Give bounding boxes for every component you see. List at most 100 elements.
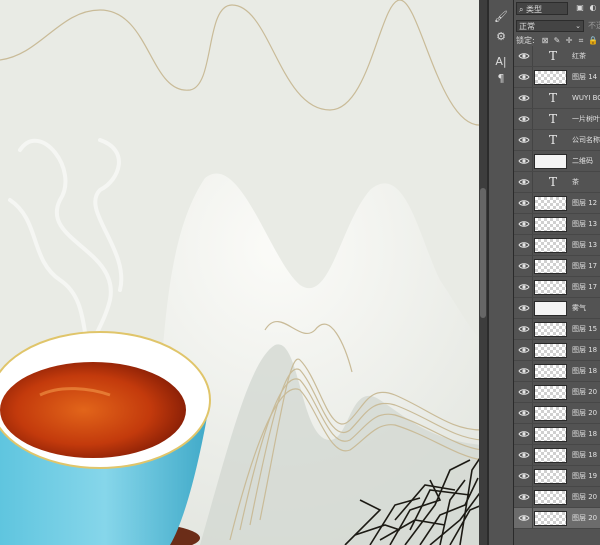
layer-thumbnail[interactable] <box>534 217 567 232</box>
layer-row[interactable]: 图层 20 <box>514 508 600 529</box>
layer-name[interactable]: 图层 18 <box>572 340 597 360</box>
layer-filter-select[interactable]: ⌕ 类型 <box>516 2 568 15</box>
visibility-eye-icon[interactable] <box>518 323 530 335</box>
visibility-eye-icon[interactable] <box>518 386 530 398</box>
layer-thumbnail[interactable] <box>534 322 567 337</box>
visibility-eye-icon[interactable] <box>518 92 530 104</box>
layer-row[interactable]: 图层 13 <box>514 214 600 235</box>
visibility-eye-icon[interactable] <box>518 365 530 377</box>
layer-name[interactable]: 图层 18 <box>572 445 597 465</box>
layer-row[interactable]: 图层 12 <box>514 193 600 214</box>
visibility-eye-icon[interactable] <box>518 197 530 209</box>
layer-name[interactable]: 茶 <box>572 172 579 192</box>
layer-name[interactable]: 图层 20 <box>572 403 597 423</box>
visibility-eye-icon[interactable] <box>518 407 530 419</box>
paragraph-icon[interactable]: ¶ <box>492 70 510 88</box>
layer-name[interactable]: 图层 20 <box>572 508 597 528</box>
layer-row[interactable]: 图层 18 <box>514 424 600 445</box>
visibility-eye-icon[interactable] <box>518 134 530 146</box>
layer-name[interactable]: 图层 13 <box>572 235 597 255</box>
visibility-eye-icon[interactable] <box>518 71 530 83</box>
layer-name[interactable]: 图层 19 <box>572 466 597 486</box>
layer-name[interactable]: 图层 18 <box>572 424 597 444</box>
visibility-eye-icon[interactable] <box>518 491 530 503</box>
visibility-eye-icon[interactable] <box>518 512 530 524</box>
layer-row[interactable]: 二维码 <box>514 151 600 172</box>
row-divider <box>532 214 533 234</box>
visibility-eye-icon[interactable] <box>518 155 530 167</box>
layer-thumbnail[interactable] <box>534 448 567 463</box>
image-filter-icon[interactable]: ▣ <box>574 2 586 14</box>
adjustment-filter-icon[interactable]: ◐ <box>587 2 599 14</box>
layer-thumbnail[interactable] <box>534 385 567 400</box>
layer-name[interactable]: WUYI BO <box>572 88 600 108</box>
layer-row[interactable]: 图层 20 <box>514 382 600 403</box>
layer-thumbnail[interactable] <box>534 490 567 505</box>
layer-row[interactable]: 图层 19 <box>514 466 600 487</box>
layer-thumbnail[interactable] <box>534 427 567 442</box>
layer-name[interactable]: 图层 15 <box>572 319 597 339</box>
visibility-eye-icon[interactable] <box>518 470 530 482</box>
layer-thumbnail[interactable] <box>534 70 567 85</box>
layer-name[interactable]: 图层 20 <box>572 487 597 507</box>
layer-name[interactable]: 图层 20 <box>572 382 597 402</box>
visibility-eye-icon[interactable] <box>518 176 530 188</box>
layer-row[interactable]: 图层 18 <box>514 340 600 361</box>
visibility-eye-icon[interactable] <box>518 281 530 293</box>
layer-row[interactable]: T 一片树叶 <box>514 109 600 130</box>
layer-row[interactable]: T 公司名称 <box>514 130 600 151</box>
layer-row[interactable]: T WUYI BO <box>514 88 600 109</box>
visibility-eye-icon[interactable] <box>518 449 530 461</box>
scrollbar-thumb[interactable] <box>480 188 486 318</box>
document-canvas[interactable] <box>0 0 482 545</box>
layer-thumbnail[interactable] <box>534 364 567 379</box>
visibility-eye-icon[interactable] <box>518 218 530 230</box>
blend-mode-select[interactable]: 正常 ⌄ <box>516 20 584 32</box>
layer-row[interactable]: 图层 14 <box>514 67 600 88</box>
layer-name[interactable]: 红茶 <box>572 46 586 66</box>
layer-row[interactable]: 图层 17 <box>514 277 600 298</box>
layer-thumbnail[interactable] <box>534 469 567 484</box>
layer-name[interactable]: 图层 18 <box>572 361 597 381</box>
layer-thumbnail[interactable] <box>534 238 567 253</box>
layer-name[interactable]: 图层 17 <box>572 256 597 276</box>
visibility-eye-icon[interactable] <box>518 260 530 272</box>
visibility-eye-icon[interactable] <box>518 113 530 125</box>
layer-name[interactable]: 图层 13 <box>572 214 597 234</box>
layer-name[interactable]: 公司名称 <box>572 130 600 150</box>
layer-name[interactable]: 图层 14 <box>572 67 597 87</box>
layer-row[interactable]: T茶 <box>514 172 600 193</box>
layer-row[interactable]: T 红茶 <box>514 46 600 67</box>
layer-thumbnail[interactable] <box>534 301 567 316</box>
layer-row[interactable]: 图层 18 <box>514 445 600 466</box>
character-panel-icon[interactable]: A| <box>492 53 510 71</box>
layer-name[interactable]: 雾气 <box>572 298 586 318</box>
layer-row[interactable]: 图层 20 <box>514 487 600 508</box>
layer-row[interactable]: 雾气 <box>514 298 600 319</box>
layer-name[interactable]: 一片树叶 <box>572 109 600 129</box>
brush-icon[interactable]: 🖌 <box>492 8 510 26</box>
layer-thumbnail[interactable] <box>534 280 567 295</box>
layer-row[interactable]: 图层 20 <box>514 403 600 424</box>
layer-thumbnail[interactable] <box>534 343 567 358</box>
layer-row[interactable]: 图层 17 <box>514 256 600 277</box>
visibility-eye-icon[interactable] <box>518 302 530 314</box>
layer-thumbnail[interactable] <box>534 511 567 526</box>
canvas-vertical-scrollbar[interactable] <box>479 0 487 545</box>
visibility-eye-icon[interactable] <box>518 428 530 440</box>
layer-row[interactable]: 图层 18 <box>514 361 600 382</box>
layer-thumbnail[interactable] <box>534 406 567 421</box>
layer-thumbnail[interactable] <box>534 196 567 211</box>
visibility-eye-icon[interactable] <box>518 239 530 251</box>
layer-name[interactable]: 图层 17 <box>572 277 597 297</box>
visibility-eye-icon[interactable] <box>518 50 530 62</box>
visibility-eye-icon[interactable] <box>518 344 530 356</box>
layer-thumbnail[interactable] <box>534 259 567 274</box>
layer-name[interactable]: 二维码 <box>572 151 593 171</box>
layer-name[interactable]: 图层 12 <box>572 193 597 213</box>
layer-row[interactable]: 图层 15 <box>514 319 600 340</box>
panel-icon-strip: 🖌 ⚙ A| ¶ <box>489 0 514 545</box>
layer-thumbnail[interactable] <box>534 154 567 169</box>
layer-row[interactable]: 图层 13 <box>514 235 600 256</box>
adjust-icon[interactable]: ⚙ <box>492 28 510 46</box>
